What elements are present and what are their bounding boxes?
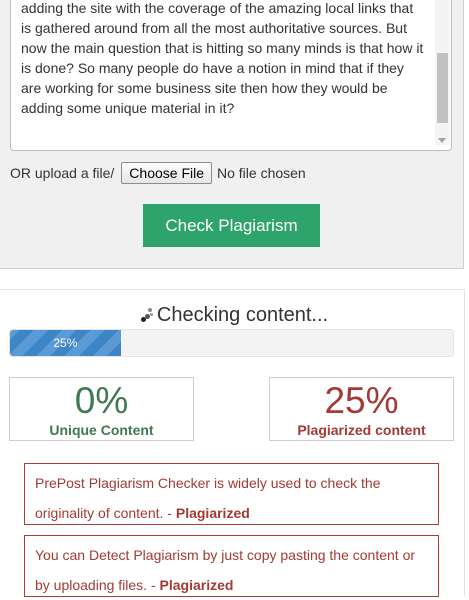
unique-label: Unique Content <box>49 422 154 438</box>
scrollbar-thumb[interactable] <box>437 53 448 123</box>
result-verdict: Plagiarized <box>159 577 234 593</box>
results-panel: Checking content... 25% 0% Unique Conten… <box>0 289 465 597</box>
textarea-scrollbar[interactable] <box>435 0 450 145</box>
content-text[interactable]: adding the site with the coverage of the… <box>21 0 426 118</box>
checking-status: Checking content... <box>0 304 469 327</box>
checking-text: Checking content... <box>156 304 329 326</box>
upload-label: OR upload a file/ <box>10 165 115 181</box>
result-verdict: Plagiarized <box>175 505 250 521</box>
progress-fill: 25% <box>10 330 121 356</box>
plagiarized-value: 25% <box>324 380 399 421</box>
plagiarized-label: Plagiarized content <box>297 422 426 438</box>
upload-row: OR upload a file/ Choose File No file ch… <box>10 162 306 184</box>
unique-value: 0% <box>74 380 129 421</box>
file-status: No file chosen <box>217 165 306 181</box>
plagiarized-content-stat: 25% Plagiarized content <box>269 377 454 441</box>
unique-content-stat: 0% Unique Content <box>9 377 194 441</box>
progress-label: 25% <box>53 336 78 350</box>
input-panel: adding the site with the coverage of the… <box>0 0 464 269</box>
chevron-down-icon[interactable] <box>438 138 446 143</box>
check-plagiarism-button[interactable]: Check Plagiarism <box>143 204 320 247</box>
loading-spinner-icon <box>140 308 153 322</box>
progress-bar: 25% <box>9 329 454 357</box>
choose-file-button[interactable]: Choose File <box>121 162 212 184</box>
result-item: PrePost Plagiarism Checker is widely use… <box>24 463 439 525</box>
content-textarea[interactable]: adding the site with the coverage of the… <box>10 0 452 151</box>
result-item: You can Detect Plagiarism by just copy p… <box>24 535 439 597</box>
